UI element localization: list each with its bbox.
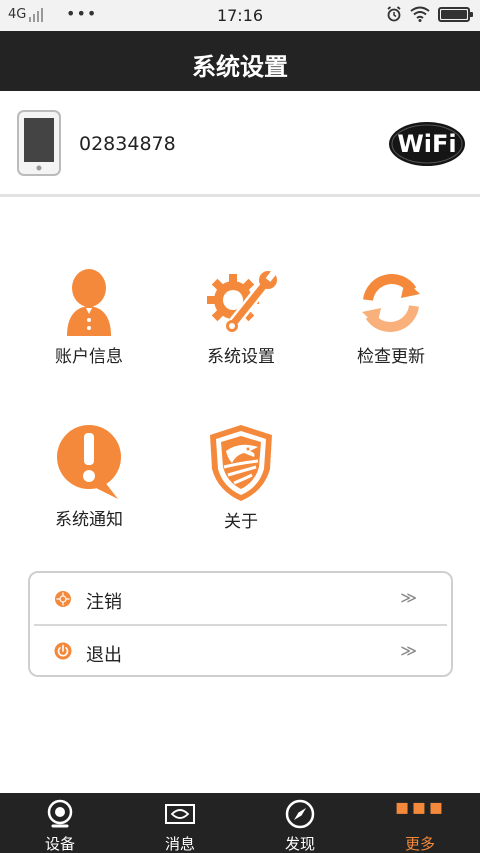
nav-messages[interactable]: 消息 <box>120 793 240 853</box>
status-bar: 4G ••• 17:16 <box>0 0 480 31</box>
title-bar: 系统设置 <box>0 31 480 91</box>
logout-row[interactable]: 注销 ≫ <box>30 573 451 624</box>
grid-label-notice: 系统通知 <box>55 510 123 530</box>
device-id: 02834878 <box>79 133 176 155</box>
logout-dot-icon <box>55 591 71 607</box>
grid-item-account[interactable]: 账户信息 <box>24 268 154 367</box>
more-dots-icon: ▪▪▪ <box>394 795 446 820</box>
refresh-icon <box>362 273 420 333</box>
phone-icon <box>17 110 61 176</box>
eagle-shield-icon <box>210 425 272 501</box>
wifi-badge-text: WiFi <box>397 130 456 158</box>
grid-item-notice[interactable]: 系统通知 <box>24 423 154 530</box>
chevron-right-icon: ≫ <box>400 641 417 660</box>
nav-more[interactable]: ▪▪▪ 更多 <box>360 793 480 853</box>
alarm-icon <box>387 6 401 22</box>
nav-label-messages: 消息 <box>164 835 195 853</box>
camera-icon <box>47 799 73 828</box>
page-title: 系统设置 <box>192 53 288 81</box>
exit-label: 退出 <box>86 645 122 666</box>
nav-label-more: 更多 <box>404 835 435 853</box>
grid-label-about: 关于 <box>224 512 258 532</box>
wifi-badge-icon: WiFi <box>389 122 465 166</box>
grid-label-account: 账户信息 <box>55 347 123 367</box>
wifi-signal-icon <box>410 6 430 22</box>
grid-item-update[interactable]: 检查更新 <box>326 268 456 367</box>
compass-icon <box>285 799 315 829</box>
bottom-nav: 设备 消息 发现 ▪▪▪ 更多 <box>0 793 480 853</box>
battery-icon <box>438 6 473 22</box>
grid-item-about[interactable]: 关于 <box>176 423 306 532</box>
exclamation-bubble-icon <box>57 425 121 499</box>
device-row[interactable]: 02834878 WiFi <box>0 91 480 197</box>
grid-label-update: 检查更新 <box>357 347 425 367</box>
message-icon <box>165 804 195 824</box>
status-icons <box>386 6 473 22</box>
logout-label: 注销 <box>86 592 122 613</box>
user-icon <box>67 269 111 336</box>
nav-label-devices: 设备 <box>44 835 75 853</box>
action-panel: 注销 ≫ 退出 ≫ <box>28 571 453 677</box>
nav-discover[interactable]: 发现 <box>240 793 360 853</box>
nav-devices[interactable]: 设备 <box>0 793 120 853</box>
grid-label-settings: 系统设置 <box>207 347 275 367</box>
exit-row[interactable]: 退出 ≫ <box>30 626 451 677</box>
gear-wrench-icon <box>207 270 277 332</box>
nav-label-discover: 发现 <box>284 835 315 853</box>
power-icon <box>54 642 72 660</box>
chevron-right-icon: ≫ <box>400 588 417 607</box>
grid-item-settings[interactable]: 系统设置 <box>176 268 306 367</box>
